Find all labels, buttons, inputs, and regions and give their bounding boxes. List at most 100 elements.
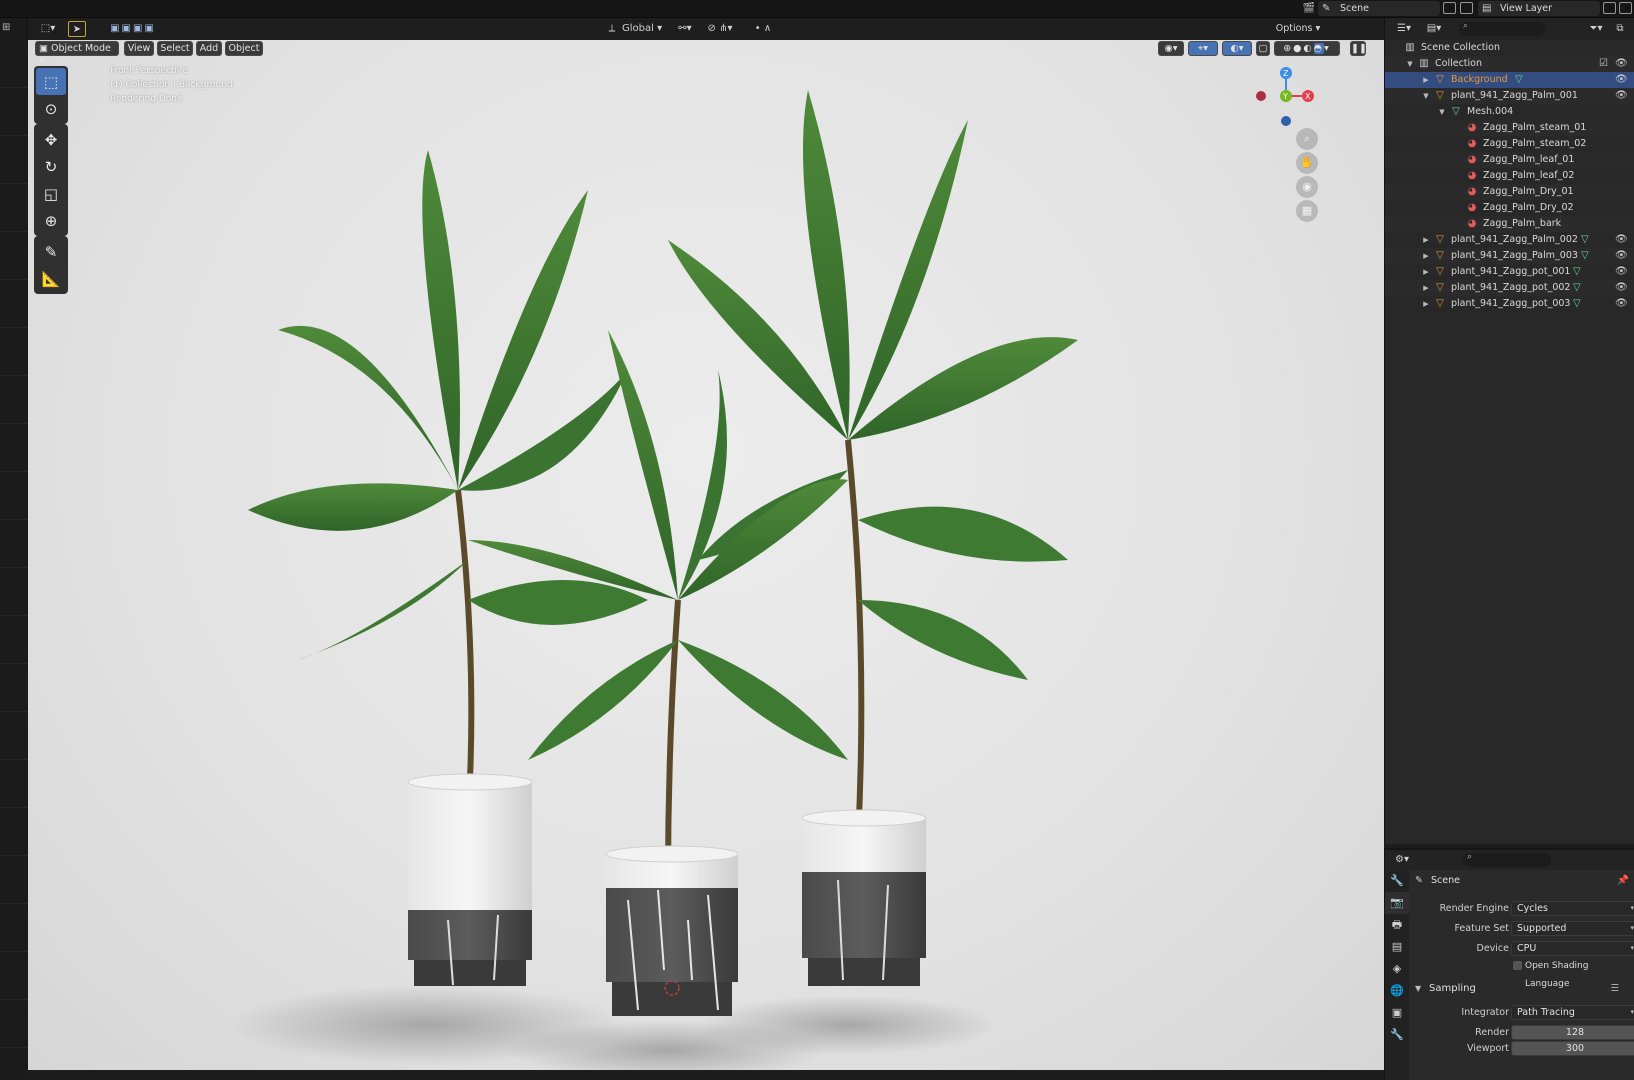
proportional-editing-icon[interactable]: • ∧ — [744, 21, 782, 37]
expand-arrow-icon[interactable]: ▶ — [1421, 296, 1431, 312]
visibility-eye-icon[interactable]: 👁 — [1615, 56, 1628, 72]
camera-view-icon[interactable]: ◉ — [1296, 176, 1318, 198]
modifier-tab-icon[interactable]: 🔧 — [1385, 1024, 1409, 1046]
selection-mode-icons[interactable]: ▣▣▣▣ — [98, 21, 168, 37]
cursor-tool-icon[interactable]: ⊙ — [36, 95, 66, 122]
pan-hand-icon[interactable]: ✋ — [1296, 152, 1318, 174]
options-dropdown[interactable]: Options ▾ — [1270, 21, 1326, 37]
presets-list-icon[interactable]: ☰ — [1610, 980, 1619, 998]
select-menu[interactable]: Select — [157, 41, 193, 56]
outliner-row[interactable]: ▶ ▽ plant_941_Zagg_pot_002 ▽ 👁 — [1385, 280, 1634, 296]
new-scene-button[interactable] — [1443, 2, 1456, 14]
delete-view-layer-button[interactable] — [1619, 2, 1632, 14]
zoom-icon[interactable]: ⌕ — [1296, 128, 1318, 150]
output-tab-icon[interactable]: 🖶 — [1385, 914, 1409, 936]
scene-browse-icon[interactable]: 🎬 — [1300, 1, 1318, 16]
render-samples-field[interactable]: 128 — [1511, 1025, 1634, 1040]
outliner-row[interactable]: ▥ Scene Collection — [1385, 40, 1634, 56]
mesh-data-icon[interactable]: ▽ — [1573, 264, 1581, 280]
tool-tab-icon[interactable]: 🔧 — [1385, 870, 1409, 892]
view-layer-tab-icon[interactable]: ▤ — [1385, 936, 1409, 958]
shading-mode-buttons[interactable]: ⊕●◐◓▾ — [1274, 41, 1340, 56]
integrator-dropdown[interactable]: Path Tracing ▾ — [1511, 1005, 1634, 1020]
outliner-row[interactable]: ▶ ▽ plant_941_Zagg_pot_001 ▽ 👁 — [1385, 264, 1634, 280]
outliner-row[interactable]: ▼ ▽ Mesh.004 — [1385, 104, 1634, 120]
add-menu[interactable]: Add — [196, 41, 222, 56]
object-menu[interactable]: Object — [225, 41, 263, 56]
world-tab-icon[interactable]: 🌐 — [1385, 980, 1409, 1002]
filter-icon[interactable]: ⏷▾ — [1585, 21, 1607, 37]
render-engine-dropdown[interactable]: Cycles ▾ — [1511, 901, 1634, 916]
properties-editor-type-icon[interactable]: ⚙▾ — [1391, 852, 1413, 868]
outliner-row[interactable]: ◕ Zagg_Palm_Dry_02 — [1385, 200, 1634, 216]
scene-selector[interactable]: ✎ Scene — [1318, 1, 1440, 16]
select-tool-icon[interactable]: ➤ — [68, 21, 86, 37]
osl-checkbox[interactable] — [1513, 961, 1522, 970]
outliner-row[interactable]: ◕ Zagg_Palm_steam_02 — [1385, 136, 1634, 152]
transform-orientation-dropdown[interactable]: Global ▾ — [622, 21, 672, 37]
move-tool-icon[interactable]: ✥ — [36, 126, 66, 153]
3d-viewport[interactable]: Z Y X Front Perspective (1) Collection |… — [28, 40, 1384, 1070]
new-collection-icon[interactable]: ⧉ — [1611, 21, 1629, 37]
expand-arrow-icon[interactable]: ▶ — [1421, 232, 1431, 248]
display-mode-icon[interactable]: ▤▾ — [1423, 21, 1445, 37]
visibility-eye-icon[interactable]: 👁 — [1615, 280, 1628, 296]
pin-icon[interactable]: 📌 — [1617, 872, 1629, 890]
outliner-editor-type-icon[interactable]: ☰▾ — [1393, 21, 1415, 37]
outliner-row[interactable]: ◕ Zagg_Palm_steam_01 — [1385, 120, 1634, 136]
feature-set-dropdown[interactable]: Supported ▾ — [1511, 921, 1634, 936]
mesh-data-icon[interactable]: ▽ — [1515, 72, 1523, 88]
measure-tool-icon[interactable]: 📐 — [36, 265, 66, 292]
object-tab-icon[interactable]: ▣ — [1385, 1002, 1409, 1024]
overlays-toggle[interactable]: ◐▾ — [1222, 41, 1252, 56]
select-box-icon[interactable]: ⬚ — [36, 68, 66, 95]
outliner-row[interactable]: ◕ Zagg_Palm_Dry_01 — [1385, 184, 1634, 200]
ortho-grid-icon[interactable]: ▦ — [1296, 200, 1318, 222]
pivot-point-icon[interactable]: ⚯▾ — [674, 21, 696, 37]
expand-arrow-icon[interactable]: ▼ — [1421, 88, 1431, 104]
visibility-eye-icon[interactable]: 👁 — [1615, 88, 1628, 104]
expand-arrow-icon[interactable]: ▶ — [1421, 264, 1431, 280]
visibility-eye-icon[interactable]: 👁 — [1615, 264, 1628, 280]
outliner-row[interactable]: ▼ ▽ plant_941_Zagg_Palm_001 👁 — [1385, 88, 1634, 104]
outliner-search-input[interactable]: ⌕ — [1459, 21, 1545, 36]
mesh-data-icon[interactable]: ▽ — [1573, 280, 1581, 296]
editor-type-icon[interactable]: ⊞ — [2, 22, 10, 33]
outliner-row[interactable]: ◕ Zagg_Palm_bark — [1385, 216, 1634, 232]
render-tab-icon[interactable]: 📷 — [1385, 892, 1409, 914]
exclude-checkbox[interactable]: ☑ — [1599, 56, 1608, 72]
outliner-row[interactable]: ◕ Zagg_Palm_leaf_01 — [1385, 152, 1634, 168]
mesh-data-icon[interactable]: ▽ — [1573, 296, 1581, 312]
outliner-row[interactable]: ▶ ▽ plant_941_Zagg_Palm_003 ▽ 👁 — [1385, 248, 1634, 264]
expand-arrow-icon[interactable]: ▶ — [1421, 248, 1431, 264]
expand-arrow-icon[interactable]: ▶ — [1421, 72, 1431, 88]
outliner-row[interactable]: ◕ Zagg_Palm_leaf_02 — [1385, 168, 1634, 184]
visibility-eye-icon[interactable]: 👁 — [1615, 72, 1628, 88]
scale-tool-icon[interactable]: ◱ — [36, 180, 66, 207]
visibility-eye-icon[interactable]: 👁 — [1615, 296, 1628, 312]
outliner-row[interactable]: ▶ ▽ plant_941_Zagg_Palm_002 ▽ 👁 — [1385, 232, 1634, 248]
xray-toggle[interactable]: ▢ — [1256, 41, 1270, 56]
outliner-row[interactable]: ▶ ▽ Background ▽ 👁 — [1385, 72, 1634, 88]
visibility-eye-icon[interactable]: 👁 — [1615, 248, 1628, 264]
view-layer-selector[interactable]: ▤ View Layer — [1478, 1, 1600, 16]
view-menu[interactable]: View — [124, 41, 154, 56]
navigation-gizmo[interactable]: Z Y X — [1256, 67, 1314, 126]
visibility-eye-icon[interactable]: 👁 — [1615, 232, 1628, 248]
pause-render-button[interactable]: ❚❚ — [1350, 41, 1367, 56]
outliner-row[interactable]: ▼ ▥ Collection ☑ 👁 — [1385, 56, 1634, 72]
expand-arrow-icon[interactable]: ▼ — [1405, 56, 1415, 72]
new-view-layer-button[interactable] — [1603, 2, 1616, 14]
viewport-samples-field[interactable]: 300 — [1511, 1041, 1634, 1056]
transform-tool-icon[interactable]: ⊕ — [36, 207, 66, 234]
mesh-data-icon[interactable]: ▽ — [1581, 248, 1589, 264]
object-mode-dropdown[interactable]: ▣ Object Mode ▾ — [35, 41, 119, 67]
gizmo-toggle[interactable]: ⌖▾ — [1188, 41, 1218, 56]
device-dropdown[interactable]: CPU ▾ — [1511, 941, 1634, 956]
outliner-row[interactable]: ▶ ▽ plant_941_Zagg_pot_003 ▽ 👁 — [1385, 296, 1634, 312]
visibility-dropdown[interactable]: ◉▾ — [1158, 41, 1184, 56]
mesh-data-icon[interactable]: ▽ — [1581, 232, 1589, 248]
scene-tab-icon[interactable]: ◈ — [1385, 958, 1409, 980]
sampling-panel-header[interactable]: ▼ Sampling ☰ — [1409, 980, 1634, 998]
editor-type-button[interactable]: ⬚▾ — [36, 21, 60, 37]
